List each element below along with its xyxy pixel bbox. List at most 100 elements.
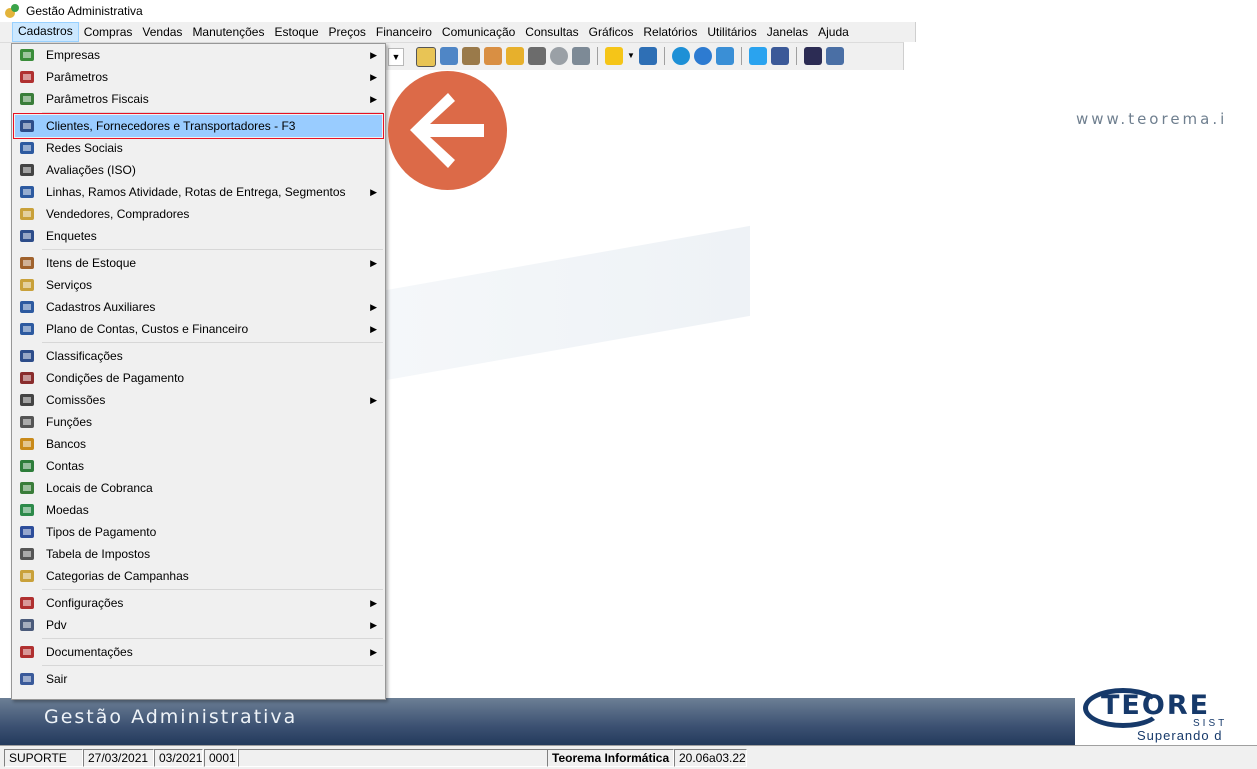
menu-separator <box>42 589 383 590</box>
menu-item-cadastros-auxiliares[interactable]: Cadastros Auxiliares ▶ <box>12 296 385 318</box>
add-user-icon[interactable] <box>572 47 590 65</box>
menu-item-comissoes[interactable]: Comissões ▶ <box>12 389 385 411</box>
menu-item-linhas-ramos-atividade-rotas-de-entrega-segmentos[interactable]: Linhas, Ramos Atividade, Rotas de Entreg… <box>12 181 385 203</box>
printer-icon[interactable] <box>528 47 546 65</box>
menu-compras[interactable]: Compras <box>79 23 138 41</box>
menu-comunicacao[interactable]: Comunicação <box>437 23 520 41</box>
status-message <box>238 749 548 767</box>
menu-item-funcoes[interactable]: Funções <box>12 411 385 433</box>
exit-icon[interactable] <box>826 47 844 65</box>
app-icon <box>5 4 19 18</box>
facebook-icon[interactable] <box>771 47 789 65</box>
smiley-icon[interactable] <box>550 47 568 65</box>
menu-item-label: Locais de Cobranca <box>46 481 153 495</box>
menu-item-parametros[interactable]: Parâmetros ▶ <box>12 66 385 88</box>
toolbar-separator <box>597 47 598 65</box>
hand-icon <box>19 277 35 293</box>
menu-item-contas[interactable]: Contas <box>12 455 385 477</box>
menu-separator <box>42 638 383 639</box>
menu-item-condicoes-de-pagamento[interactable]: Condições de Pagamento <box>12 367 385 389</box>
menu-item-label: Parâmetros <box>46 70 109 84</box>
menu-utilitarios[interactable]: Utilitários <box>702 23 761 41</box>
menu-item-documentacoes[interactable]: Documentações ▶ <box>12 641 385 663</box>
menu-graficos[interactable]: Gráficos <box>584 23 639 41</box>
footer-banner: Gestão Administrativa <box>0 698 1257 745</box>
menu-item-locais-de-cobranca[interactable]: Locais de Cobranca <box>12 477 385 499</box>
tree-icon <box>19 184 35 200</box>
toolbar-icons: ▼ <box>416 47 844 67</box>
pointer-arrow-icon <box>388 71 507 190</box>
menu-item-redes-sociais[interactable]: Redes Sociais <box>12 137 385 159</box>
menu-item-empresas[interactable]: Empresas ▶ <box>12 44 385 66</box>
status-user: SUPORTE <box>4 749 83 767</box>
submenu-arrow-icon: ▶ <box>370 302 377 312</box>
cadastros-menu: Empresas ▶ Parâmetros ▶ Parâmetros Fiscais ▶ C… <box>11 43 386 700</box>
folder-icon <box>19 568 35 584</box>
menu-item-clientes-fornecedores-e-transportadores-f3[interactable]: Clientes, Fornecedores e Transportadores… <box>13 113 384 139</box>
menu-item-itens-de-estoque[interactable]: Itens de Estoque ▶ <box>12 252 385 274</box>
menu-precos[interactable]: Preços <box>324 23 371 41</box>
menu-item-bancos[interactable]: Bancos <box>12 433 385 455</box>
chart-icon <box>19 392 35 408</box>
menu-cadastros[interactable]: Cadastros <box>12 22 79 42</box>
menu-item-label: Tabela de Impostos <box>46 547 151 561</box>
bank-icon <box>19 436 35 452</box>
menu-item-classificacoes[interactable]: Classificações <box>12 345 385 367</box>
menu-item-tipos-de-pagamento[interactable]: Tipos de Pagamento <box>12 521 385 543</box>
menu-item-enquetes[interactable]: Enquetes <box>12 225 385 247</box>
menu-item-label: Cadastros Auxiliares <box>46 300 156 314</box>
skype-icon[interactable] <box>694 47 712 65</box>
calendar-icon[interactable] <box>416 47 436 67</box>
submenu-arrow-icon: ▶ <box>370 94 377 104</box>
menu-item-avaliacoes-iso[interactable]: Avaliações (ISO) <box>12 159 385 181</box>
submenu-arrow-icon: ▶ <box>370 258 377 268</box>
menu-item-categorias-de-campanhas[interactable]: Categorias de Campanhas <box>12 565 385 587</box>
calculator-icon[interactable] <box>440 47 458 65</box>
menu-item-plano-de-contas-custos-e-financeiro[interactable]: Plano de Contas, Custos e Financeiro ▶ <box>12 318 385 340</box>
menu-item-label: Sair <box>46 672 68 686</box>
menu-bar: Cadastros Compras Vendas Manutenções Estoque… <box>0 22 916 42</box>
star-icon[interactable] <box>605 47 623 65</box>
monitor-icon[interactable] <box>804 47 822 65</box>
boxes-icon[interactable] <box>484 47 502 65</box>
menu-item-label: Itens de Estoque <box>46 256 137 270</box>
wave-icon[interactable] <box>716 47 734 65</box>
star-dropdown-icon[interactable]: ▼ <box>627 47 635 65</box>
email-icon[interactable] <box>672 47 690 65</box>
menu-item-tabela-de-impostos[interactable]: Tabela de Impostos <box>12 543 385 565</box>
menu-item-label: Linhas, Ramos Atividade, Rotas de Entreg… <box>46 185 346 199</box>
anchor-icon[interactable] <box>639 47 657 65</box>
twitter-icon[interactable] <box>749 47 767 65</box>
submenu-arrow-icon: ▶ <box>370 647 377 657</box>
menu-item-vendedores-compradores[interactable]: Vendedores, Compradores <box>12 203 385 225</box>
menu-item-sair[interactable]: Sair <box>12 668 385 690</box>
menu-consultas[interactable]: Consultas <box>520 23 583 41</box>
menu-vendas[interactable]: Vendas <box>137 23 187 41</box>
tree-icon <box>19 140 35 156</box>
menu-janelas[interactable]: Janelas <box>762 23 813 41</box>
menu-item-configuracoes[interactable]: Configurações ▶ <box>12 592 385 614</box>
website-text: www.teorema.i <box>1076 110 1228 128</box>
banner-title: Gestão Administrativa <box>44 706 298 728</box>
menu-item-label: Pdv <box>46 618 67 632</box>
menu-item-label: Bancos <box>46 437 87 451</box>
menu-item-servicos[interactable]: Serviços <box>12 274 385 296</box>
status-code: 0001 <box>204 749 238 767</box>
menu-relatorios[interactable]: Relatórios <box>638 23 702 41</box>
menu-item-label: Redes Sociais <box>46 141 123 155</box>
menu-item-label: Tipos de Pagamento <box>46 525 157 539</box>
menu-financeiro[interactable]: Financeiro <box>371 23 437 41</box>
submenu-arrow-icon: ▶ <box>370 50 377 60</box>
menu-ajuda[interactable]: Ajuda <box>813 23 854 41</box>
menu-item-moedas[interactable]: Moedas <box>12 499 385 521</box>
menu-item-parametros-fiscais[interactable]: Parâmetros Fiscais ▶ <box>12 88 385 110</box>
lock-icon[interactable] <box>506 47 524 65</box>
menu-manutencoes[interactable]: Manutenções <box>187 23 269 41</box>
network-icon <box>19 91 35 107</box>
menu-item-pdv[interactable]: Pdv ▶ <box>12 614 385 636</box>
submenu-arrow-icon: ▶ <box>370 395 377 405</box>
menu-estoque[interactable]: Estoque <box>269 23 323 41</box>
clipboard-icon[interactable] <box>462 47 480 65</box>
menu-item-label: Moedas <box>46 503 89 517</box>
toolbar-dropdown-arrow-icon[interactable]: ▼ <box>388 48 404 66</box>
